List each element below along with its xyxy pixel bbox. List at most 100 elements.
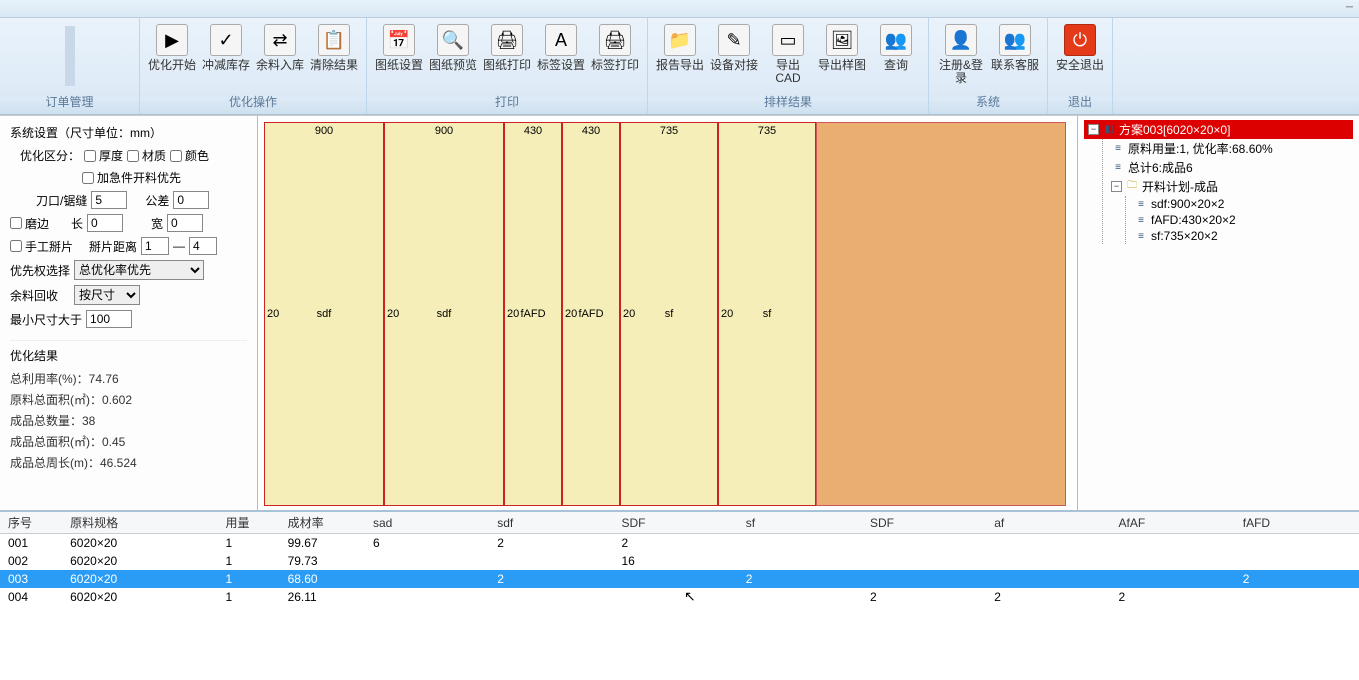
kerf-input[interactable] bbox=[91, 191, 127, 209]
toolbar-icon: 👤 bbox=[945, 24, 977, 56]
piece-width-label: 735 bbox=[660, 125, 678, 137]
table-row[interactable]: 0026020×20179.7316 bbox=[0, 552, 1359, 570]
results-table[interactable]: 序号原料规格用量成材率sadsdfSDFsfSDFafAfAFfAFD 0016… bbox=[0, 512, 1359, 606]
window-minimize-icon[interactable]: ─ bbox=[1346, 2, 1353, 13]
result-count: 成品总数量：38 bbox=[10, 412, 247, 429]
settings-title: 系统设置（尺寸单位：mm） bbox=[10, 124, 247, 141]
column-header[interactable]: sdf bbox=[489, 512, 613, 534]
material-checkbox[interactable]: 材质 bbox=[127, 147, 166, 164]
column-header[interactable]: fAFD bbox=[1235, 512, 1359, 534]
piece-height-label: 20 bbox=[267, 308, 279, 320]
cut-piece[interactable]: 900 20 sdf bbox=[384, 122, 504, 506]
edge-checkbox[interactable]: 磨边 bbox=[10, 215, 49, 232]
toolbar-icon: 🖼 bbox=[826, 24, 858, 56]
column-header[interactable]: 序号 bbox=[0, 512, 62, 534]
column-header[interactable]: SDF bbox=[862, 512, 986, 534]
ribbon-group-label: 排样结果 bbox=[648, 91, 928, 112]
piece-name-label: fAFD bbox=[520, 308, 545, 320]
length-label: 长 bbox=[71, 215, 83, 232]
thickness-checkbox[interactable]: 厚度 bbox=[84, 147, 123, 164]
urgent-checkbox[interactable]: 加急件开料优先 bbox=[82, 169, 181, 186]
tree-root-node[interactable]: − ◧ 方案003[6020×20×0] bbox=[1084, 120, 1353, 139]
break-dist-label: 掰片距离 bbox=[89, 238, 137, 255]
toolbar-icon: ⏻ bbox=[1064, 24, 1096, 56]
tree-expander-icon[interactable]: − bbox=[1088, 124, 1099, 135]
cut-piece[interactable]: 73520sf bbox=[718, 122, 816, 506]
toolbar-icon: ✎ bbox=[718, 24, 750, 56]
manual-break-checkbox[interactable]: 手工掰片 bbox=[10, 238, 73, 255]
toolbar-icon: 📁 bbox=[664, 24, 696, 56]
tree-usage-node[interactable]: ≡ 原料用量:1, 优化率:68.60% bbox=[1107, 139, 1353, 158]
tree-plan-node[interactable]: − 🗀 开料计划-成品 bbox=[1107, 177, 1353, 196]
cut-piece[interactable]: 43020fAFD bbox=[562, 122, 620, 506]
settings-panel: 系统设置（尺寸单位：mm） 优化区分： 厚度 材质 颜色 加急件开料优先 刀口/… bbox=[0, 116, 258, 510]
toolbar-icon: ✓ bbox=[210, 24, 242, 56]
length-input[interactable] bbox=[87, 214, 123, 232]
piece-width-label: 900 bbox=[435, 125, 453, 137]
column-header[interactable]: sf bbox=[738, 512, 862, 534]
tree-item[interactable]: ≡sdf:900×20×2 bbox=[1130, 196, 1353, 212]
break-dist-max-input[interactable] bbox=[189, 237, 217, 255]
color-checkbox[interactable]: 颜色 bbox=[170, 147, 209, 164]
ribbon-group-print: 📅图纸设置🔍图纸预览🖨图纸打印A标签设置🖨标签打印 打印 bbox=[367, 18, 648, 114]
piece-width-label: 735 bbox=[758, 125, 776, 137]
piece-height-label: 20 bbox=[565, 308, 577, 320]
doc-icon: ≡ bbox=[1134, 229, 1148, 243]
width-label: 宽 bbox=[151, 215, 163, 232]
piece-name-label: sf bbox=[665, 308, 674, 320]
toolbar-icon: ▭ bbox=[772, 24, 804, 56]
tree-expander-icon[interactable]: − bbox=[1111, 181, 1122, 192]
tree-item[interactable]: ≡fAFD:430×20×2 bbox=[1130, 212, 1353, 228]
ribbon-group-label: 系统 bbox=[929, 91, 1047, 112]
min-size-input[interactable] bbox=[86, 310, 132, 328]
result-perimeter: 成品总周长(m)：46.524 bbox=[10, 454, 247, 471]
ribbon-group-optimize: ▶优化开始✓冲减库存⇄余料入库📋清除结果 优化操作 bbox=[140, 18, 367, 114]
piece-name-label: sdf bbox=[317, 308, 332, 320]
ribbon-group-exit: ⏻安全退出 退出 bbox=[1048, 18, 1113, 114]
piece-name-label: sdf bbox=[437, 308, 452, 320]
priority-select[interactable]: 总优化率优先 bbox=[74, 260, 204, 280]
remnant-select[interactable]: 按尺寸 bbox=[74, 285, 140, 305]
result-utilization: 总利用率(%)：74.76 bbox=[10, 370, 247, 387]
column-header[interactable]: af bbox=[986, 512, 1110, 534]
doc-icon: ≡ bbox=[1111, 161, 1125, 175]
column-header[interactable]: 成材率 bbox=[280, 512, 365, 534]
piece-width-label: 900 bbox=[315, 125, 333, 137]
ribbon-group-label: 打印 bbox=[367, 91, 647, 112]
column-header[interactable]: AfAF bbox=[1110, 512, 1234, 534]
tree-item[interactable]: ≡sf:735×20×2 bbox=[1130, 228, 1353, 244]
column-header[interactable]: sad bbox=[365, 512, 489, 534]
width-input[interactable] bbox=[167, 214, 203, 232]
doc-icon: ≡ bbox=[1111, 142, 1125, 156]
ribbon-group-system: 👤注册&登录👥联系客服 系统 bbox=[929, 18, 1048, 114]
cut-piece[interactable]: 43020fAFD bbox=[504, 122, 562, 506]
column-header[interactable]: 原料规格 bbox=[62, 512, 217, 534]
piece-height-label: 20 bbox=[721, 308, 733, 320]
toolbar-icon: 📋 bbox=[318, 24, 350, 56]
break-dist-min-input[interactable] bbox=[141, 237, 169, 255]
toolbar-icon: 👥 bbox=[880, 24, 912, 56]
sheet-layout: 90020sdf90020sdf43020fAFD43020fAFD73520s… bbox=[264, 122, 1066, 506]
table-row[interactable]: 0046020×20126.11222 bbox=[0, 588, 1359, 606]
piece-height-label: 20 bbox=[387, 308, 399, 320]
toolbar-icon: 🖨 bbox=[491, 24, 523, 56]
tree-total-node[interactable]: ≡ 总计6:成品6 bbox=[1107, 158, 1353, 177]
piece-width-label: 430 bbox=[524, 125, 542, 137]
table-row[interactable]: 0016020×20199.67622 bbox=[0, 534, 1359, 553]
results-title: 优化结果 bbox=[10, 347, 247, 364]
toolbar-icon: 👥 bbox=[999, 24, 1031, 56]
column-header[interactable]: 用量 bbox=[217, 512, 279, 534]
toolbar-icon: 📅 bbox=[383, 24, 415, 56]
table-row[interactable]: 0036020×20168.60222 bbox=[0, 570, 1359, 588]
tolerance-label: 公差 bbox=[145, 192, 169, 209]
column-header[interactable]: SDF bbox=[613, 512, 737, 534]
cut-piece[interactable]: 900 20 sdf bbox=[264, 122, 384, 506]
cut-piece[interactable]: 73520sf bbox=[620, 122, 718, 506]
toolbar-icon: 🔍 bbox=[437, 24, 469, 56]
toolbar-icon: A bbox=[545, 24, 577, 56]
tolerance-input[interactable] bbox=[173, 191, 209, 209]
nesting-canvas[interactable]: 90020sdf90020sdf43020fAFD43020fAFD73520s… bbox=[258, 116, 1077, 510]
results-table-panel: 序号原料规格用量成材率sadsdfSDFsfSDFafAfAFfAFD 0016… bbox=[0, 510, 1359, 680]
result-raw-area: 原料总面积(㎡)：0.602 bbox=[10, 391, 247, 408]
doc-icon: ≡ bbox=[1134, 197, 1148, 211]
